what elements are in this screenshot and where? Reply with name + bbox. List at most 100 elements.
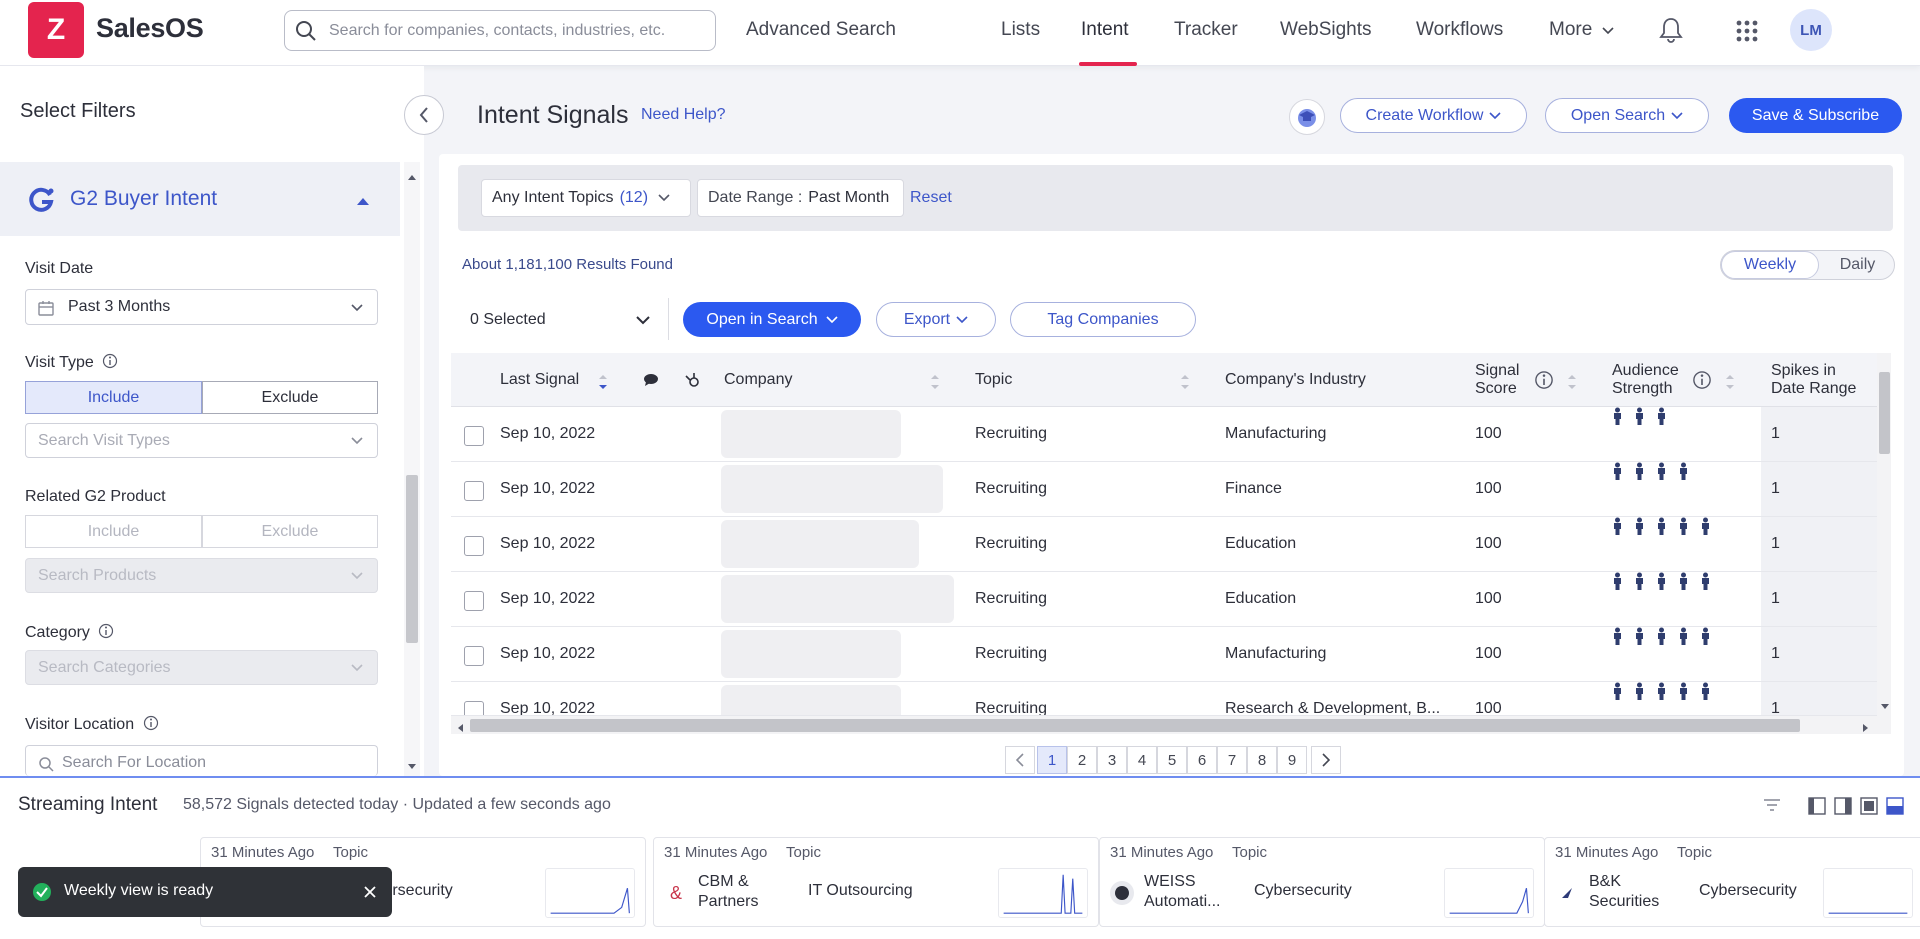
table-row[interactable]: Sep 10, 2022 Recruiting Finance 100 1	[451, 462, 1891, 517]
bell-icon[interactable]	[1658, 16, 1684, 49]
col-topic[interactable]: Topic	[975, 371, 1012, 389]
avatar[interactable]: LM	[1790, 9, 1832, 51]
nav-intent[interactable]: Intent	[1081, 19, 1129, 41]
col-last-signal[interactable]: Last Signal	[500, 371, 579, 389]
row-checkbox[interactable]	[464, 481, 484, 501]
apps-grid-icon[interactable]	[1736, 20, 1758, 47]
nav-workflows[interactable]: Workflows	[1416, 19, 1503, 41]
stream-company[interactable]: CBM & Partners	[698, 872, 793, 912]
daily-toggle[interactable]: Daily	[1820, 251, 1895, 279]
category-search[interactable]: Search Categories	[25, 650, 378, 685]
location-search[interactable]: Search For Location	[25, 745, 378, 776]
sidebar-scrollbar[interactable]	[404, 162, 420, 776]
page-button[interactable]: 5	[1157, 746, 1187, 774]
col-industry[interactable]: Company's Industry	[1225, 371, 1366, 389]
col-signal-score[interactable]: Signal Score	[1475, 362, 1519, 398]
scroll-down-arrow-icon[interactable]	[1880, 698, 1890, 716]
row-checkbox[interactable]	[464, 646, 484, 666]
scroll-up-arrow-icon[interactable]	[407, 168, 417, 186]
collapse-caret-icon[interactable]	[355, 193, 371, 211]
save-subscribe-button[interactable]: Save & Subscribe	[1729, 98, 1902, 133]
product-include[interactable]: Include	[25, 515, 202, 548]
open-search-dropdown[interactable]: Open Search	[1545, 98, 1709, 133]
visit-type-search[interactable]: Search Visit Types	[25, 423, 378, 458]
nav-tracker[interactable]: Tracker	[1174, 19, 1238, 41]
col-audience-strength[interactable]: Audience Strength	[1612, 362, 1679, 398]
product-exclude[interactable]: Exclude	[202, 515, 378, 548]
scroll-down-arrow-icon[interactable]	[407, 758, 417, 776]
collapse-sidebar-button[interactable]	[404, 95, 444, 135]
open-in-search-button[interactable]: Open in Search	[683, 302, 861, 337]
brand-name[interactable]: SalesOS	[96, 13, 204, 44]
tag-companies-button[interactable]: Tag Companies	[1010, 302, 1196, 337]
visit-type-include[interactable]: Include	[25, 381, 202, 414]
stream-company[interactable]: WEISS Automati...	[1144, 872, 1239, 912]
stream-company[interactable]: B&K Securities	[1589, 872, 1684, 912]
table-row[interactable]: Sep 10, 2022 Recruiting Manufacturing 100 1	[451, 627, 1891, 682]
sidebar-scroll-thumb[interactable]	[406, 475, 418, 643]
stream-card[interactable]: 31 Minutes Ago Topic CBM & Partners IT Outs…	[653, 837, 1099, 927]
global-search-input[interactable]	[329, 19, 699, 43]
academy-button[interactable]	[1289, 99, 1325, 135]
page-button[interactable]: 8	[1247, 746, 1277, 774]
need-help-link[interactable]: Need Help?	[641, 106, 726, 124]
visit-type-exclude[interactable]: Exclude	[202, 381, 378, 414]
nav-more[interactable]: More	[1549, 19, 1614, 41]
nav-websights[interactable]: WebSights	[1280, 19, 1372, 41]
page-button[interactable]: 3	[1097, 746, 1127, 774]
next-page-button[interactable]	[1311, 746, 1341, 774]
company-placeholder[interactable]	[721, 575, 954, 623]
row-checkbox[interactable]	[464, 701, 484, 715]
sort-desc-icon[interactable]	[597, 373, 609, 396]
date-range-chip[interactable]: Date Range : Past Month	[697, 179, 904, 217]
info-icon[interactable]	[98, 623, 114, 639]
stream-card[interactable]: 31 Minutes Ago Topic B&K Securities Cyberse…	[1544, 837, 1920, 927]
vertical-scroll-thumb[interactable]	[1879, 372, 1890, 454]
table-row[interactable]: Sep 10, 2022 Recruiting Research & Develop…	[451, 682, 1891, 716]
page-button[interactable]: 2	[1067, 746, 1097, 774]
company-placeholder[interactable]	[721, 630, 901, 678]
sort-icon[interactable]	[929, 373, 941, 396]
row-checkbox[interactable]	[464, 536, 484, 556]
sort-icon[interactable]	[1179, 373, 1191, 396]
company-placeholder[interactable]	[721, 520, 919, 568]
sort-icon[interactable]	[1566, 373, 1578, 396]
page-button[interactable]: 9	[1277, 746, 1307, 774]
scroll-left-arrow-icon[interactable]	[456, 720, 464, 738]
chat-bubble-icon[interactable]	[643, 373, 659, 392]
nav-lists[interactable]: Lists	[1001, 19, 1040, 41]
table-row[interactable]: Sep 10, 2022 Recruiting Education 100 1	[451, 572, 1891, 627]
reset-filters-link[interactable]: Reset	[910, 189, 952, 207]
layout-bottom-icon[interactable]	[1886, 797, 1904, 820]
stream-card[interactable]: 31 Minutes Ago Topic WEISS Automati... Cybe…	[1099, 837, 1545, 927]
company-placeholder[interactable]	[721, 465, 943, 513]
product-search[interactable]: Search Products	[25, 558, 378, 593]
company-placeholder[interactable]	[721, 685, 901, 715]
weekly-toggle[interactable]: Weekly	[1721, 251, 1819, 279]
create-workflow-button[interactable]: Create Workflow	[1340, 98, 1527, 133]
sort-icon[interactable]	[1724, 373, 1736, 396]
salesos-logo-icon[interactable]: Z	[28, 2, 84, 58]
layout-left-icon[interactable]	[1808, 797, 1826, 820]
global-search[interactable]	[284, 10, 716, 51]
info-icon[interactable]	[102, 353, 118, 369]
selection-dropdown[interactable]: 0 Selected	[462, 303, 660, 335]
table-row[interactable]: Sep 10, 2022 Recruiting Manufacturing 100 1	[451, 407, 1891, 462]
layout-right-icon[interactable]	[1834, 797, 1852, 820]
company-placeholder[interactable]	[721, 410, 901, 458]
row-checkbox[interactable]	[464, 426, 484, 446]
col-company[interactable]: Company	[724, 371, 792, 389]
advanced-search-link[interactable]: Advanced Search	[746, 19, 896, 41]
layout-full-icon[interactable]	[1860, 797, 1878, 820]
horizontal-scroll-thumb[interactable]	[470, 719, 1800, 732]
close-icon[interactable]	[364, 886, 376, 898]
page-button[interactable]: 1	[1037, 746, 1067, 774]
table-row[interactable]: Sep 10, 2022 Recruiting Education 100 1	[451, 517, 1891, 572]
export-button[interactable]: Export	[876, 302, 996, 337]
page-button[interactable]: 7	[1217, 746, 1247, 774]
page-button[interactable]: 6	[1187, 746, 1217, 774]
hubspot-icon[interactable]	[684, 371, 700, 394]
intent-topics-chip[interactable]: Any Intent Topics (12)	[481, 179, 691, 217]
prev-page-button[interactable]	[1005, 746, 1035, 774]
col-spikes[interactable]: Spikes in Date Range	[1771, 362, 1871, 398]
